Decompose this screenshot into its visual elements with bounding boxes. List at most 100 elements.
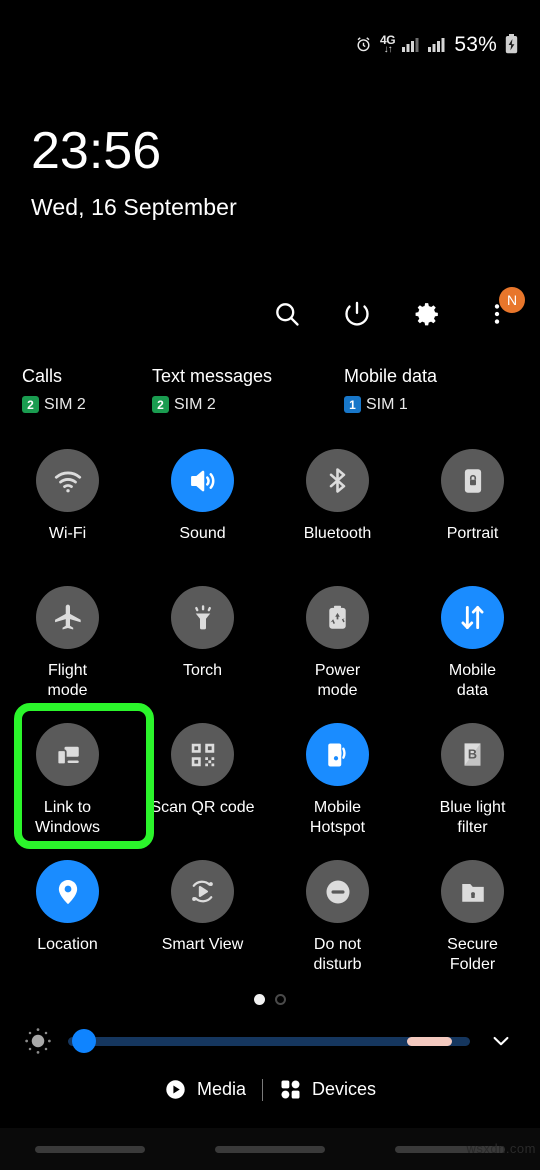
tile-label: Location <box>37 936 98 953</box>
sim-name-label: SIM 1 <box>366 395 408 413</box>
devices-grid-icon <box>279 1078 302 1101</box>
clock-block[interactable]: 23:56 Wed, 16 September <box>31 124 237 221</box>
navigation-bar <box>0 1128 540 1170</box>
media-label: Media <box>196 1079 246 1099</box>
secure-folder-icon <box>458 877 488 907</box>
sim-status-text-messages[interactable]: Text messages 2 SIM 2 <box>152 366 344 414</box>
tile-flight-mode[interactable]: Flight mode <box>0 577 135 714</box>
more-options-button[interactable]: N <box>476 287 525 335</box>
quick-settings-grid: Wi-Fi Sound Bluetooth Portrait Flight mo… <box>0 440 540 988</box>
sim-name-label: SIM 2 <box>174 395 216 413</box>
sim-status-title: Calls <box>22 366 63 386</box>
tile-icon-bg <box>306 586 369 649</box>
tile-wifi[interactable]: Wi-Fi <box>0 440 135 577</box>
page-indicator <box>0 994 540 1005</box>
battery-charging-icon <box>505 34 518 54</box>
tile-icon-bg <box>306 860 369 923</box>
page-dot-1[interactable] <box>254 994 265 1005</box>
tile-icon-bg <box>36 723 99 786</box>
tile-secure-folder[interactable]: Secure Folder <box>405 851 540 988</box>
tile-label: Blue light filter <box>439 799 506 837</box>
airplane-icon <box>52 602 84 634</box>
tile-icon-bg <box>36 860 99 923</box>
tile-label: Power mode <box>314 662 361 700</box>
tile-bluetooth[interactable]: Bluetooth <box>270 440 405 577</box>
chevron-down-icon <box>489 1029 513 1053</box>
tile-power-mode[interactable]: Power mode <box>270 577 405 714</box>
tile-label: Smart View <box>161 936 244 953</box>
tile-location[interactable]: Location <box>0 851 135 988</box>
brightness-slider[interactable] <box>68 1023 470 1059</box>
tile-mobile-data[interactable]: Mobile data <box>405 577 540 714</box>
tile-do-not-disturb[interactable]: Do not disturb <box>270 851 405 988</box>
tile-sound[interactable]: Sound <box>135 440 270 577</box>
tile-icon-bg <box>171 723 234 786</box>
auto-brightness-icon <box>23 1026 53 1056</box>
tile-label: Secure Folder <box>447 936 498 974</box>
expand-panel-button[interactable] <box>482 1022 520 1060</box>
tile-label: Torch <box>182 662 223 679</box>
tile-icon-bg <box>171 449 234 512</box>
bluetooth-icon <box>322 465 353 496</box>
sim-chip: 2 <box>22 396 39 414</box>
location-pin-icon <box>53 877 83 907</box>
tile-link-to-windows[interactable]: Link to Windows <box>0 714 135 851</box>
tile-blue-light-filter[interactable]: B Blue light filter <box>405 714 540 851</box>
battery-percent-label: 53% <box>454 32 497 56</box>
data-arrows-icon: ↓↑ <box>383 43 393 55</box>
devices-button[interactable]: Devices <box>263 1078 392 1101</box>
search-icon <box>273 300 301 328</box>
signal-bars-icon-sim1 <box>402 36 420 52</box>
sim-status-title: Text messages <box>152 366 273 386</box>
tile-label: Scan QR code <box>150 799 255 816</box>
sim-name-label: SIM 2 <box>44 395 86 413</box>
tile-smart-view[interactable]: Smart View <box>135 851 270 988</box>
flashlight-icon <box>188 603 218 633</box>
auto-brightness-button[interactable] <box>20 1023 56 1059</box>
tile-icon-bg <box>441 449 504 512</box>
tile-label: Do not disturb <box>313 936 362 974</box>
media-devices-bar: Media Devices <box>0 1078 540 1101</box>
sim-status-row: Calls 2 SIM 2 Text messages 2 SIM 2 Mobi… <box>0 366 540 414</box>
tile-label: Link to Windows <box>35 799 100 837</box>
hotspot-icon <box>323 740 353 770</box>
watermark: wsxdn.com <box>466 1141 536 1156</box>
smart-view-icon <box>187 876 218 907</box>
tile-scan-qr-code[interactable]: Scan QR code <box>135 714 270 851</box>
nav-home-button[interactable] <box>215 1145 325 1153</box>
tile-icon-bg <box>36 586 99 649</box>
sim-status-calls[interactable]: Calls 2 SIM 2 <box>22 366 152 414</box>
tile-mobile-hotspot[interactable]: Mobile Hotspot <box>270 714 405 851</box>
blue-light-icon: B <box>458 740 487 769</box>
network-type-indicator: 4G ↓↑ <box>380 34 396 55</box>
page-dot-2[interactable] <box>275 994 286 1005</box>
tile-torch[interactable]: Torch <box>135 577 270 714</box>
search-button[interactable] <box>266 293 308 335</box>
devices-label: Devices <box>312 1079 377 1099</box>
power-button[interactable] <box>336 293 378 335</box>
tile-icon-bg: B <box>441 723 504 786</box>
power-saving-icon <box>323 603 352 632</box>
media-button[interactable]: Media <box>148 1078 262 1101</box>
svg-text:B: B <box>468 747 477 761</box>
sim-status-mobile-data[interactable]: Mobile data 1 SIM 1 <box>344 366 518 414</box>
tile-portrait[interactable]: Portrait <box>405 440 540 577</box>
clock-time: 23:56 <box>31 122 162 180</box>
do-not-disturb-icon <box>323 877 353 907</box>
settings-button[interactable] <box>406 293 448 335</box>
rotation-lock-icon <box>458 466 488 496</box>
nav-recents-button[interactable] <box>35 1145 145 1153</box>
sim-status-sub: 1 SIM 1 <box>344 396 518 414</box>
tile-icon-bg <box>171 586 234 649</box>
link-to-windows-icon <box>53 740 83 770</box>
sim-status-sub: 2 SIM 2 <box>152 396 344 414</box>
tile-label: Bluetooth <box>303 525 372 542</box>
signal-bars-icon-sim2 <box>428 36 446 52</box>
tile-label: Sound <box>179 525 226 542</box>
status-bar: 4G ↓↑ 53% <box>0 0 540 88</box>
header-action-bar: N <box>0 287 540 335</box>
play-circle-icon <box>164 1078 187 1101</box>
tile-icon-bg <box>171 860 234 923</box>
tile-icon-bg <box>36 449 99 512</box>
brightness-thumb[interactable] <box>72 1029 96 1053</box>
